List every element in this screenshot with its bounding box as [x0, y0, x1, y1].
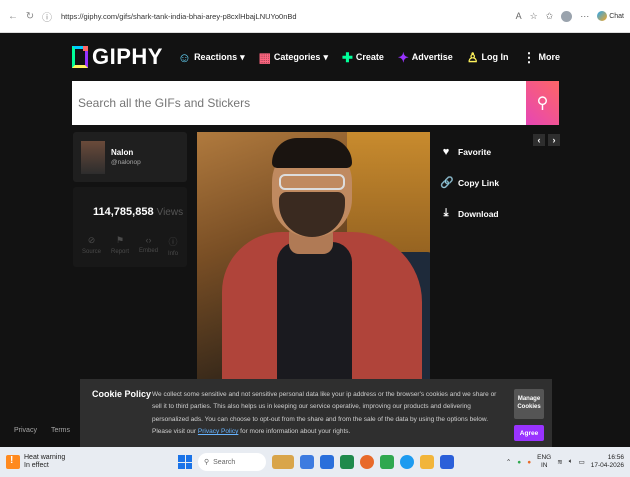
giphy-page: GIPHY ☺ Reactions ▾ ▦ Categories ▾ ✚ Create ✦ Adv… [0, 33, 630, 447]
read-aloud-icon[interactable]: A [516, 11, 522, 21]
search-icon: ⚲ [204, 459, 210, 466]
giphy-logo-icon [72, 46, 88, 68]
start-button[interactable] [178, 455, 192, 469]
edge-icon[interactable] [300, 455, 314, 469]
address-bar[interactable]: https://giphy.com/gifs/shark-tank-india-… [61, 12, 297, 21]
search-input[interactable] [72, 81, 526, 125]
download-icon: ⤓ [443, 207, 449, 219]
user-icon: ♙ [466, 49, 479, 65]
search-button[interactable]: ⚲ [526, 81, 559, 125]
copilot-button[interactable]: Chat [597, 11, 624, 21]
widgets-icon[interactable] [272, 455, 294, 469]
next-arrow-icon[interactable]: › [548, 134, 560, 146]
agree-button[interactable]: Agree [514, 425, 544, 441]
stat-embed[interactable]: ‹› Embed [139, 235, 158, 257]
cookie-title: Cookie Policy [92, 389, 152, 399]
source-icon: ⊘ [87, 235, 96, 245]
user-card[interactable]: Nalon @nalonop [73, 132, 187, 182]
user-avatar[interactable] [81, 140, 105, 174]
chevron-down-icon: ▾ [240, 51, 245, 62]
nav-reactions[interactable]: ☺ Reactions ▾ [178, 51, 245, 64]
wifi-icon[interactable]: ≋ [557, 458, 562, 466]
user-name[interactable]: Nalon [111, 148, 141, 157]
favorites-icon[interactable]: ✩ [546, 11, 554, 22]
cookie-banner: Cookie Policy We collect some sensitive … [80, 379, 552, 447]
more-icon: ⋮ [522, 49, 536, 65]
cookie-text: We collect some sensitive and not sensit… [152, 391, 497, 436]
heart-icon: ♥ [442, 146, 450, 158]
clock[interactable]: 16:56 17-04-2026 [591, 454, 624, 471]
heat-warning-icon [6, 455, 20, 469]
footer-links: Privacy Terms [14, 427, 70, 434]
favorite-button[interactable]: ♥ Favorite [440, 146, 499, 158]
chrome-icon[interactable] [360, 455, 374, 469]
link-icon: 🔗 [440, 177, 454, 189]
store-icon[interactable] [320, 455, 334, 469]
nav-create[interactable]: ✚ Create [342, 51, 384, 64]
embed-icon: ‹› [145, 235, 152, 245]
gif-stats-panel: 114,785,858 Views ⊘ Source ⚑ Report ‹› Embed ⓘ I… [73, 187, 187, 267]
nav-log-in[interactable]: ♙ Log In [467, 51, 509, 64]
profile-avatar[interactable] [561, 10, 573, 22]
user-handle[interactable]: @nalonop [111, 159, 141, 166]
battery-icon[interactable]: ▭ [579, 458, 585, 466]
flag-icon: ⚑ [115, 235, 125, 245]
tray-chrome-icon[interactable]: ● [527, 459, 531, 466]
browser-icon[interactable] [400, 455, 414, 469]
privacy-policy-link[interactable]: Privacy Policy [198, 428, 238, 435]
terms-link[interactable]: Terms [51, 427, 70, 434]
app-icon[interactable] [340, 455, 354, 469]
nav-advertise[interactable]: ✦ Advertise [398, 51, 453, 64]
search-bar: ⚲ [72, 81, 559, 125]
refresh-icon[interactable]: ↻ [23, 9, 37, 23]
chevron-down-icon: ▾ [323, 51, 328, 62]
browser-menu-icon[interactable]: ⋯ [580, 11, 589, 22]
gif-actions: ♥ Favorite 🔗 Copy Link ⤓ Download [440, 146, 499, 220]
main-nav: ☺ Reactions ▾ ▦ Categories ▾ ✚ Create ✦ Advertise… [178, 51, 560, 64]
weather-widget[interactable]: Heat warning In effect [6, 454, 65, 471]
word-icon[interactable] [440, 455, 454, 469]
windows-taskbar: Heat warning In effect ⚲ Search ⌃ ● ● EN… [0, 447, 630, 477]
tray-app-icon[interactable]: ● [517, 459, 521, 466]
view-count: 114,785,858 Views [93, 206, 184, 218]
prev-arrow-icon[interactable]: ‹ [533, 134, 545, 146]
search-icon: ⚲ [536, 95, 549, 112]
stat-source[interactable]: ⊘ Source [82, 235, 101, 257]
stat-info[interactable]: ⓘ Info [168, 235, 178, 257]
copilot-icon [597, 11, 608, 21]
plus-icon: ✚ [341, 49, 353, 65]
manage-cookies-button[interactable]: Manage Cookies [514, 389, 544, 419]
browser-toolbar: ← ↻ ⓘ https://giphy.com/gifs/shark-tank-… [0, 0, 630, 33]
megaphone-icon: ✦ [397, 49, 409, 65]
page-info-icon[interactable]: ⓘ [40, 9, 54, 24]
tray-chevron-icon[interactable]: ⌃ [506, 458, 511, 466]
stat-report[interactable]: ⚑ Report [111, 235, 129, 257]
grid-icon: ▦ [258, 49, 271, 65]
download-button[interactable]: ⤓ Download [440, 207, 499, 220]
taskbar-search[interactable]: ⚲ Search [198, 453, 266, 471]
file-explorer-icon[interactable] [420, 455, 434, 469]
giphy-logo[interactable]: GIPHY [72, 44, 163, 70]
nav-categories[interactable]: ▦ Categories ▾ [259, 51, 328, 64]
favorite-star-icon[interactable]: ☆ [530, 11, 538, 22]
info-icon: ⓘ [168, 237, 178, 247]
site-header: GIPHY ☺ Reactions ▾ ▦ Categories ▾ ✚ Create ✦ Adv… [72, 43, 560, 71]
gif-pager: ‹ › [533, 134, 560, 146]
copy-link-button[interactable]: 🔗 Copy Link [440, 176, 499, 189]
smile-icon: ☺ [177, 49, 192, 65]
gif-image[interactable] [197, 132, 430, 408]
nav-more[interactable]: ⋮ More [522, 51, 560, 64]
excel-icon[interactable] [380, 455, 394, 469]
volume-icon[interactable]: 🔈︎ [569, 458, 573, 466]
back-icon[interactable]: ← [6, 9, 20, 23]
stat-actions: ⊘ Source ⚑ Report ‹› Embed ⓘ Info [82, 235, 178, 257]
privacy-link[interactable]: Privacy [14, 427, 37, 434]
system-tray: ⌃ ● ● ENG IN ≋ 🔈︎ ▭ 16:56 17-04-2026 [505, 453, 624, 471]
